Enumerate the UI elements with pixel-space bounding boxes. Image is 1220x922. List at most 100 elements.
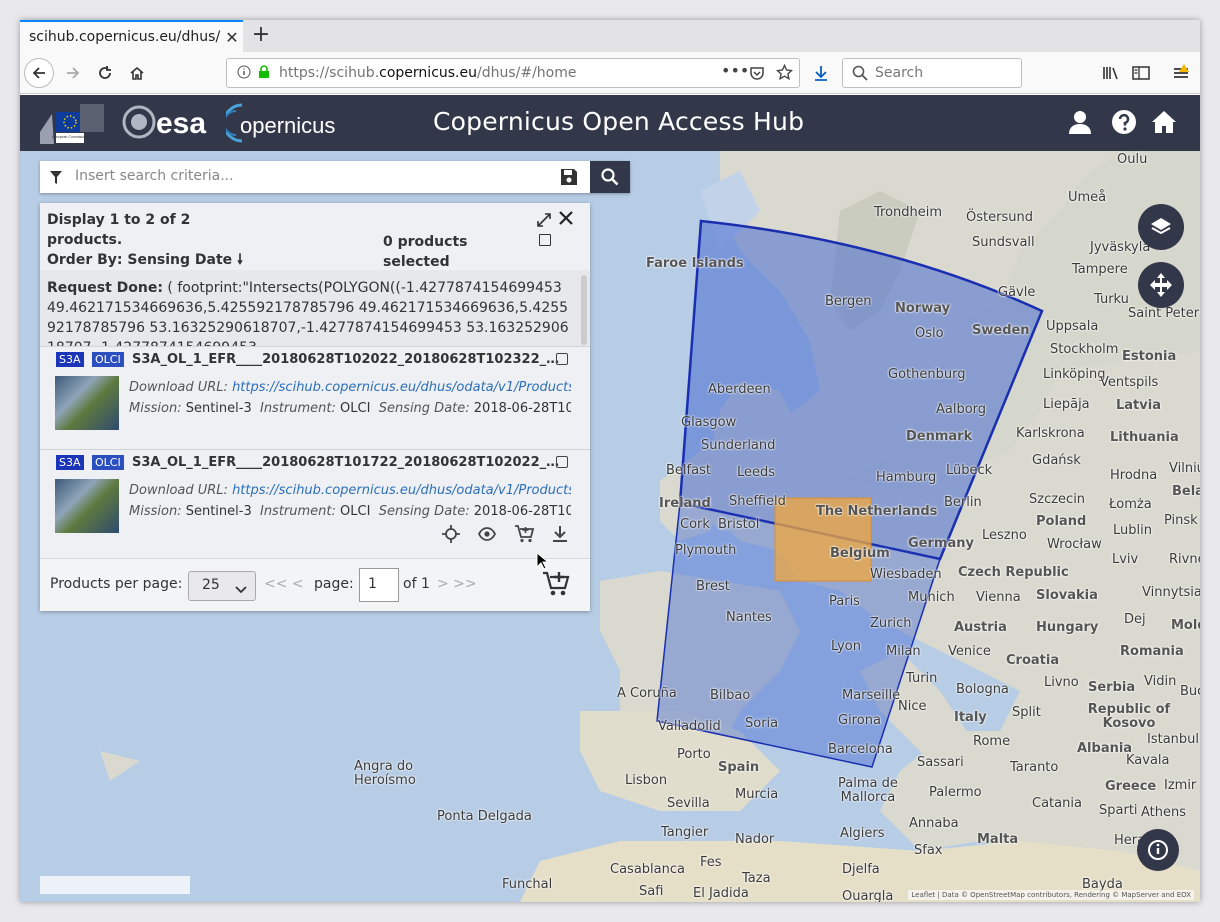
sensing-date-label: Sensing Date: [378, 401, 470, 416]
map-label: Croatia [1006, 653, 1060, 668]
browser-search-field[interactable]: Search [842, 58, 1022, 88]
product-item[interactable]: S3A OLCI S3A_OL_1_EFR____20180628T101722… [40, 449, 590, 552]
map-label: Greece [1105, 779, 1157, 794]
product-actions [442, 525, 572, 545]
order-by[interactable]: Order By: Sensing Date 🠗 [47, 250, 243, 270]
map-label: Tangier [661, 825, 709, 840]
map-label: Linköping [1043, 367, 1106, 382]
map-label: Annaba [909, 816, 959, 831]
sort-descending-icon[interactable]: 🠗 [237, 252, 243, 268]
pan-mode-button[interactable] [1138, 262, 1184, 308]
map-label: Sunderland [701, 438, 776, 453]
map-label: Venice [948, 644, 991, 659]
map-label: Taza [742, 871, 771, 886]
product-item[interactable]: S3A OLCI S3A_OL_1_EFR____20180628T102022… [40, 346, 590, 449]
map-label: Girona [838, 713, 881, 728]
help-icon [1112, 110, 1136, 134]
map-view[interactable]: Faroe Islands Trondheim Östersund Umeå O… [20, 151, 1200, 902]
map-label: Milan [886, 644, 921, 659]
map-label: Brest [696, 579, 730, 594]
download-arrow-icon [815, 66, 827, 81]
page-of-total: of 1 [403, 576, 430, 592]
instrument-label: Instrument: [259, 504, 336, 519]
navigation-bar: https://scihub.copernicus.eu/dhus/#/home… [20, 52, 1200, 94]
map-label: Hrodna [1110, 468, 1158, 483]
tab-title: scihub.copernicus.eu/dhus/# [29, 29, 221, 45]
map-label: Belgium [830, 546, 890, 561]
reload-button[interactable] [90, 58, 120, 88]
map-label: Munich [908, 590, 955, 605]
save-search-icon[interactable] [560, 168, 578, 190]
filter-icon[interactable] [50, 170, 62, 189]
sidebar-button[interactable] [1126, 58, 1156, 88]
page-number-input[interactable]: 1 [359, 568, 399, 602]
add-all-to-cart-icon[interactable] [542, 571, 570, 601]
library-button[interactable] [1096, 58, 1126, 88]
map-label: Umeå [1068, 190, 1107, 205]
map-label: Lublin [1113, 523, 1152, 538]
map-label: Istanbul [1147, 732, 1200, 747]
bookmark-star-icon[interactable] [775, 63, 794, 85]
url-domain: copernicus.eu [379, 65, 477, 81]
product-checkbox[interactable] [556, 456, 568, 468]
product-title[interactable]: S3A_OL_1_EFR____20180628T101722_20180628… [132, 455, 564, 470]
prev-page-buttons[interactable]: << < [264, 576, 304, 592]
product-checkbox[interactable] [556, 353, 568, 365]
close-panel-icon[interactable] [559, 210, 573, 229]
download-url-link[interactable]: https://scihub.copernicus.eu/dhus/odata/… [232, 380, 571, 395]
map-label: Denmark [906, 429, 973, 444]
product-title[interactable]: S3A_OL_1_EFR____20180628T102022_20180628… [132, 352, 564, 367]
search-button[interactable] [590, 161, 630, 193]
next-page-buttons[interactable]: > >> [437, 576, 477, 592]
expand-icon[interactable] [537, 212, 551, 231]
page-actions-icon[interactable]: ••• [721, 61, 749, 80]
info-icon[interactable] [237, 65, 251, 83]
info-button[interactable] [1137, 829, 1179, 871]
map-label: Latvia [1116, 398, 1161, 413]
user-account-button[interactable] [1065, 107, 1095, 137]
download-product-icon[interactable] [552, 525, 568, 547]
new-tab-icon[interactable]: + [248, 23, 274, 49]
map-label: Vidin [1144, 674, 1177, 689]
download-url-label: Download URL: [129, 483, 228, 498]
pocket-icon[interactable] [749, 65, 765, 85]
download-url-link[interactable]: https://scihub.copernicus.eu/dhus/odata/… [232, 483, 571, 498]
forward-button[interactable] [58, 58, 88, 88]
downloads-button[interactable] [806, 58, 836, 88]
per-page-label: Products per page: [50, 576, 183, 592]
search-criteria-input[interactable]: Insert search criteria... [75, 168, 234, 184]
map-label: Lisbon [625, 773, 668, 788]
layers-button[interactable] [1138, 204, 1184, 250]
map-label: Belaru [1172, 484, 1200, 499]
browser-tab[interactable]: scihub.copernicus.eu/dhus/# ✕ [20, 20, 243, 52]
map-label: Ireland [659, 496, 711, 511]
product-thumbnail[interactable] [55, 479, 119, 533]
add-to-cart-icon[interactable] [514, 525, 535, 547]
per-page-select[interactable]: 25 [188, 571, 256, 601]
view-product-icon[interactable] [477, 526, 497, 545]
map-label: El Jadida [693, 886, 749, 901]
menu-button[interactable] [1166, 58, 1196, 88]
map-label: Livno [1044, 675, 1079, 690]
url-bar[interactable]: https://scihub.copernicus.eu/dhus/#/home… [226, 58, 800, 88]
map-label: Rome [973, 734, 1011, 749]
close-tab-icon[interactable]: ✕ [221, 28, 243, 47]
map-label: Czech Republic [958, 565, 1069, 580]
ec-logo-text: European Commission [52, 135, 87, 139]
select-all-checkbox[interactable] [539, 234, 551, 246]
request-scrollbar[interactable] [581, 275, 587, 345]
home-button[interactable] [122, 58, 152, 88]
map-label: Bergen [825, 294, 872, 309]
map-label: Uppsala [1046, 319, 1099, 334]
back-button[interactable] [24, 58, 54, 88]
home-nav-button[interactable] [1149, 107, 1179, 137]
arrow-right-icon [67, 67, 80, 79]
zoom-to-product-icon[interactable] [442, 525, 460, 547]
scale-bar [40, 876, 190, 894]
help-button[interactable] [1109, 107, 1139, 137]
map-label: Zurich [870, 616, 912, 631]
product-thumbnail[interactable] [55, 376, 119, 430]
map-label: Marseille [842, 688, 901, 703]
map-label: Sassari [917, 755, 964, 770]
map-label: Italy [954, 710, 987, 725]
